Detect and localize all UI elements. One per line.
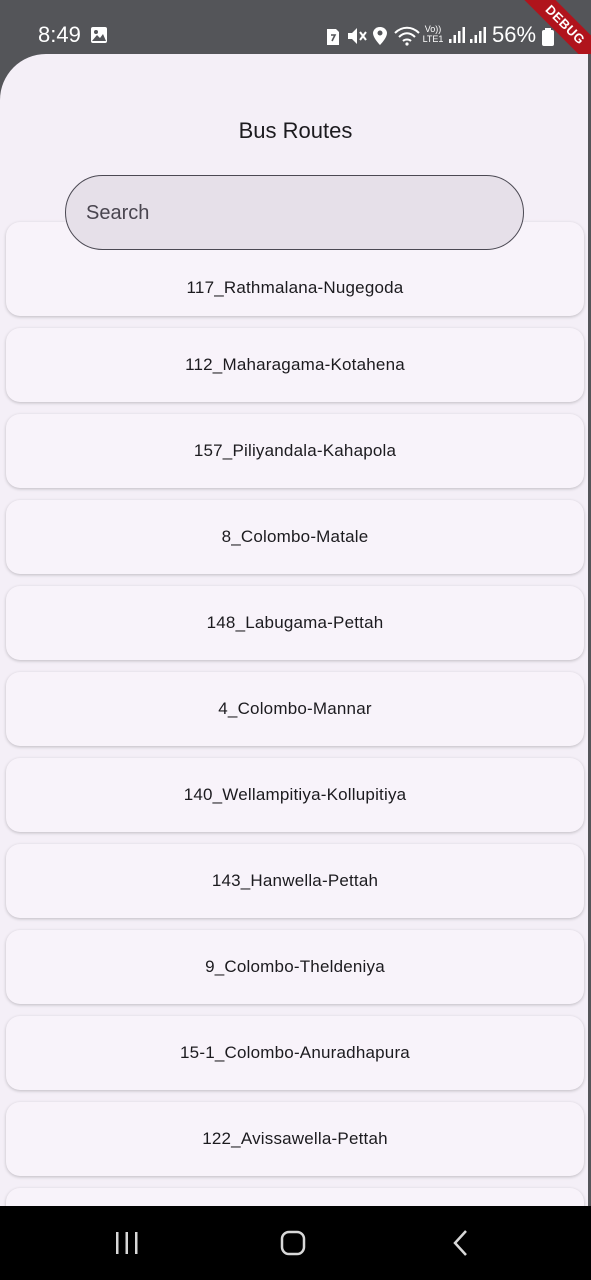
- route-card[interactable]: [6, 1188, 584, 1206]
- battery-icon: [542, 28, 554, 46]
- recents-button[interactable]: [112, 1226, 142, 1260]
- navigation-bar: [0, 1206, 591, 1280]
- mute-icon: [348, 28, 367, 44]
- route-label: 9_Colombo-Theldeniya: [205, 957, 385, 976]
- app-sheet: 117_Rathmalana-Nugegoda 112_Maharagama-Ko…: [0, 54, 591, 1206]
- sim-icon: [327, 29, 339, 45]
- route-card[interactable]: 148_Labugama-Pettah: [6, 586, 584, 660]
- battery-percent: 56%: [492, 22, 537, 47]
- route-card[interactable]: 140_Wellampitiya-Kollupitiya: [6, 758, 584, 832]
- route-card[interactable]: 157_Piliyandala-Kahapola: [6, 414, 584, 488]
- route-label: 157_Piliyandala-Kahapola: [193, 441, 397, 460]
- gallery-icon: [91, 27, 107, 43]
- route-label: 140_Wellampitiya-Kollupitiya: [183, 785, 407, 804]
- page-title: Bus Routes: [238, 118, 353, 143]
- route-card[interactable]: 112_Maharagama-Kotahena: [6, 328, 584, 402]
- search-input[interactable]: [84, 176, 508, 250]
- route-card[interactable]: 8_Colombo-Matale: [6, 500, 584, 574]
- status-time: 8:49: [38, 22, 81, 47]
- route-card[interactable]: 122_Avissawella-Pettah: [6, 1102, 584, 1176]
- route-label: 148_Labugama-Pettah: [206, 613, 384, 632]
- route-label: 8_Colombo-Matale: [221, 527, 369, 546]
- route-card[interactable]: 15-1_Colombo-Anuradhapura: [6, 1016, 584, 1090]
- lte-label: Vo)) LTE1: [422, 24, 444, 44]
- back-button[interactable]: [446, 1226, 476, 1260]
- location-icon: [373, 27, 387, 45]
- signal-icon: [470, 27, 486, 43]
- home-button[interactable]: [278, 1226, 308, 1260]
- route-label: 15-1_Colombo-Anuradhapura: [180, 1043, 410, 1062]
- route-card[interactable]: 9_Colombo-Theldeniya: [6, 930, 584, 1004]
- route-card[interactable]: 143_Hanwella-Pettah: [6, 844, 584, 918]
- route-label: 143_Hanwella-Pettah: [211, 871, 379, 890]
- route-label: 112_Maharagama-Kotahena: [185, 355, 405, 374]
- route-label: 122_Avissawella-Pettah: [202, 1129, 388, 1148]
- signal-icon: [449, 27, 465, 43]
- search-bar[interactable]: [65, 175, 524, 250]
- route-label: 117_Rathmalana-Nugegoda: [186, 278, 404, 297]
- route-label: 4_Colombo-Mannar: [218, 699, 372, 718]
- route-card[interactable]: 4_Colombo-Mannar: [6, 672, 584, 746]
- wifi-icon: [394, 26, 420, 46]
